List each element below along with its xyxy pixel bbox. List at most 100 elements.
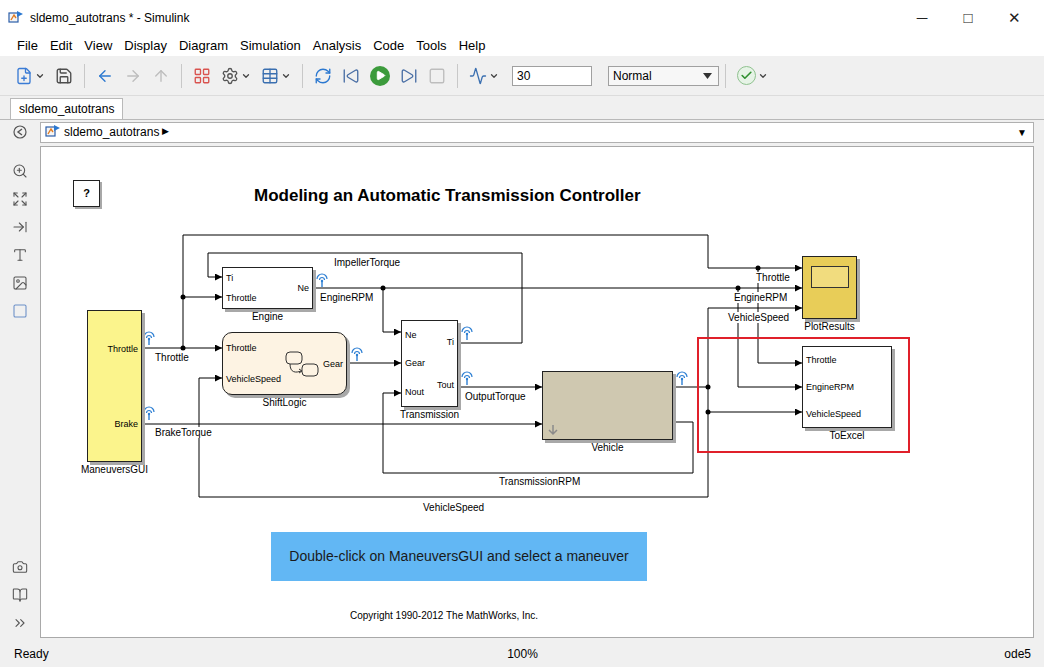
route-arrow-icon[interactable]	[12, 219, 28, 235]
library-button[interactable]	[188, 62, 216, 90]
branch-point	[181, 295, 186, 300]
forward-icon	[124, 67, 142, 85]
zoom-level: 100%	[353, 645, 692, 663]
diagram-title: Modeling an Automatic Transmission Contr…	[254, 183, 641, 209]
menu-item[interactable]: Code	[367, 37, 410, 55]
signal-line[interactable]	[347, 363, 401, 364]
signal-label[interactable]: VehicleSpeed	[727, 312, 790, 323]
dropdown-caret-icon	[281, 71, 291, 81]
new-button[interactable]	[10, 62, 50, 90]
signal-label[interactable]: EngineRPM	[733, 292, 788, 303]
menu-item[interactable]: View	[78, 37, 118, 55]
camera-icon[interactable]	[12, 559, 28, 575]
zoom-icon[interactable]	[12, 163, 28, 179]
signal-label[interactable]: TransmissionRPM	[498, 476, 581, 487]
forward-button[interactable]	[119, 62, 147, 90]
signal-line[interactable]	[208, 253, 522, 343]
annotation[interactable]: Double-click on ManeuversGUI and select …	[271, 532, 647, 581]
signal-logging-icon[interactable]	[144, 407, 154, 420]
diagram-block[interactable]: Vehicle	[542, 371, 673, 440]
signal-logging-icon[interactable]	[144, 332, 154, 345]
stepforward-button[interactable]	[395, 62, 423, 90]
port-label: Throttle	[107, 344, 138, 354]
signal-logging-icon[interactable]	[462, 327, 472, 340]
breadcrumb-item[interactable]: sldemo_autotrans	[64, 123, 159, 141]
signal-line[interactable]	[458, 387, 542, 388]
copyright: Copyright 1990-2012 The MathWorks, Inc.	[350, 608, 538, 623]
diagram-block[interactable]: PlotResults	[802, 256, 857, 319]
diagram-canvas[interactable]: ImpellerTorque EngineRPM Throttle BrakeTorq…	[40, 146, 1034, 638]
signal-label[interactable]: OutputTorque	[464, 391, 527, 402]
signal-label[interactable]: Throttle	[154, 352, 190, 363]
diagram-block[interactable]: ThrottleEngineRPMVehicleSpeedToExcel	[802, 346, 892, 428]
port-label: Tout	[437, 380, 454, 390]
breadcrumb-menu[interactable]: ▼	[1017, 125, 1027, 140]
window-control-button[interactable]: □	[945, 3, 991, 33]
hide-browser-icon[interactable]	[13, 125, 27, 139]
signal-line[interactable]	[708, 308, 802, 387]
diagram-block[interactable]: TiThrottleNeEngine	[222, 267, 313, 309]
signal-line[interactable]	[673, 387, 708, 388]
menu-item[interactable]: Analysis	[307, 37, 367, 55]
report-icon[interactable]	[12, 587, 28, 603]
menu-item[interactable]: Diagram	[173, 37, 234, 55]
help-block[interactable]: ?	[73, 180, 100, 207]
diagram-block[interactable]: ThrottleBrakeManeuversGUI	[87, 310, 142, 462]
signal-logging-icon[interactable]	[352, 348, 362, 361]
dropdown-caret-icon	[241, 71, 251, 81]
signal-logging-icon[interactable]	[317, 274, 327, 287]
image-icon[interactable]	[12, 275, 28, 291]
menu-item[interactable]: Edit	[44, 37, 78, 55]
stop-time-field[interactable]: 30	[512, 66, 592, 86]
port-label: Gear	[323, 359, 343, 369]
menu-item[interactable]: Help	[453, 37, 492, 55]
stop-button[interactable]	[423, 62, 451, 90]
update-button[interactable]	[309, 62, 337, 90]
stepback-button[interactable]	[337, 62, 365, 90]
settings-button[interactable]	[216, 62, 256, 90]
annotation-icon[interactable]	[12, 247, 28, 263]
signal-label[interactable]: VehicleSpeed	[422, 502, 485, 513]
diagram-block[interactable]: ThrottleVehicleSpeedGearShiftLogic	[222, 332, 347, 395]
diagram-block[interactable]: NeGearNoutTiToutTransmission	[401, 320, 458, 407]
output-ports: Ne	[297, 268, 312, 308]
model-tab[interactable]: sldemo_autotrans	[10, 98, 123, 119]
scope-screen	[811, 266, 849, 288]
signal-label[interactable]: ImpellerTorque	[333, 257, 401, 268]
signal-label[interactable]: EngineRPM	[319, 292, 374, 303]
signal-line[interactable]	[183, 297, 222, 348]
menu-item[interactable]: Tools	[410, 37, 452, 55]
check-button[interactable]	[732, 62, 773, 90]
back-button[interactable]	[91, 62, 119, 90]
area-icon[interactable]	[12, 303, 28, 319]
signal-label[interactable]: BrakeTorque	[154, 427, 213, 438]
menu-item[interactable]: File	[11, 37, 44, 55]
signal-label[interactable]: Throttle	[755, 272, 791, 283]
branch-point	[706, 410, 711, 415]
signal-logging-icon[interactable]	[677, 372, 687, 385]
breadcrumb: sldemo_autotrans▶▼	[40, 122, 1034, 143]
port-label: VehicleSpeed	[226, 374, 281, 384]
signal-line[interactable]	[708, 387, 802, 412]
window-control-button[interactable]: ─	[899, 3, 945, 33]
run-button[interactable]	[365, 62, 395, 90]
signal-logging-icon[interactable]	[462, 372, 472, 385]
scope-button[interactable]	[464, 62, 504, 90]
stop-icon	[428, 67, 446, 85]
simulation-mode-select[interactable]: Normal	[608, 66, 719, 86]
explorer-button[interactable]	[256, 62, 296, 90]
window-control-button[interactable]: ✕	[991, 3, 1037, 33]
solver[interactable]: ode5	[692, 645, 1031, 663]
fit-view-icon[interactable]	[12, 191, 28, 207]
menu-item[interactable]: Display	[118, 37, 173, 55]
signal-line[interactable]	[142, 424, 542, 425]
toolbar-separator	[84, 64, 85, 88]
save-button[interactable]	[50, 62, 78, 90]
signal-line[interactable]	[383, 288, 401, 332]
port-label: Brake	[114, 419, 138, 429]
menu-item[interactable]: Simulation	[234, 37, 307, 55]
up-button[interactable]	[147, 62, 175, 90]
toolbar-separator	[457, 64, 458, 88]
signal-line[interactable]	[313, 288, 802, 289]
expand-icon[interactable]	[12, 615, 28, 631]
